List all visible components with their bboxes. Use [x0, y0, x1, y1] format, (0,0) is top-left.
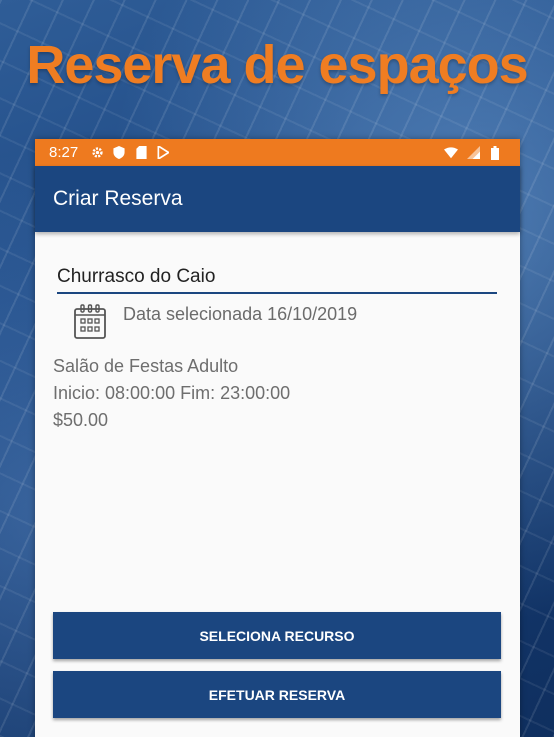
make-reservation-button[interactable]: EFETUAR RESERVA: [53, 671, 501, 718]
app-bar: Criar Reserva: [35, 166, 520, 232]
shield-icon: [112, 146, 126, 160]
battery-icon: [488, 145, 502, 160]
status-time: 8:27: [49, 144, 79, 161]
sd-card-icon: [134, 146, 148, 160]
wifi-icon: [444, 146, 458, 160]
page-title: Criar Reserva: [53, 187, 183, 210]
calendar-icon[interactable]: [73, 304, 107, 340]
signal-icon: [466, 146, 480, 160]
promo-headline: Reserva de espaços: [26, 35, 528, 95]
selected-date-label: Data selecionada 16/10/2019: [123, 304, 358, 324]
gear-icon: [90, 146, 104, 160]
reservation-name-input[interactable]: [57, 262, 497, 294]
play-store-icon: [156, 146, 170, 160]
resource-name: Salão de Festas Adulto: [53, 356, 239, 376]
phone-screen: 8:27 Criar Reserva Churrasco do Caio Dat…: [35, 139, 520, 737]
promo-frame: Reserva de espaços 8:27 Criar Reserva Ch…: [0, 0, 554, 737]
resource-schedule: Inicio: 08:00:00 Fim: 23:00:00: [53, 383, 291, 403]
resource-price: $50.00: [53, 410, 109, 430]
status-bar: 8:27: [35, 139, 520, 166]
date-selector[interactable]: Data selecionada 16/10/2019: [73, 304, 357, 340]
select-resource-button[interactable]: SELECIONA RECURSO: [53, 612, 501, 659]
resource-info: Salão de Festas Adulto Inicio: 08:00:00 …: [53, 353, 290, 434]
